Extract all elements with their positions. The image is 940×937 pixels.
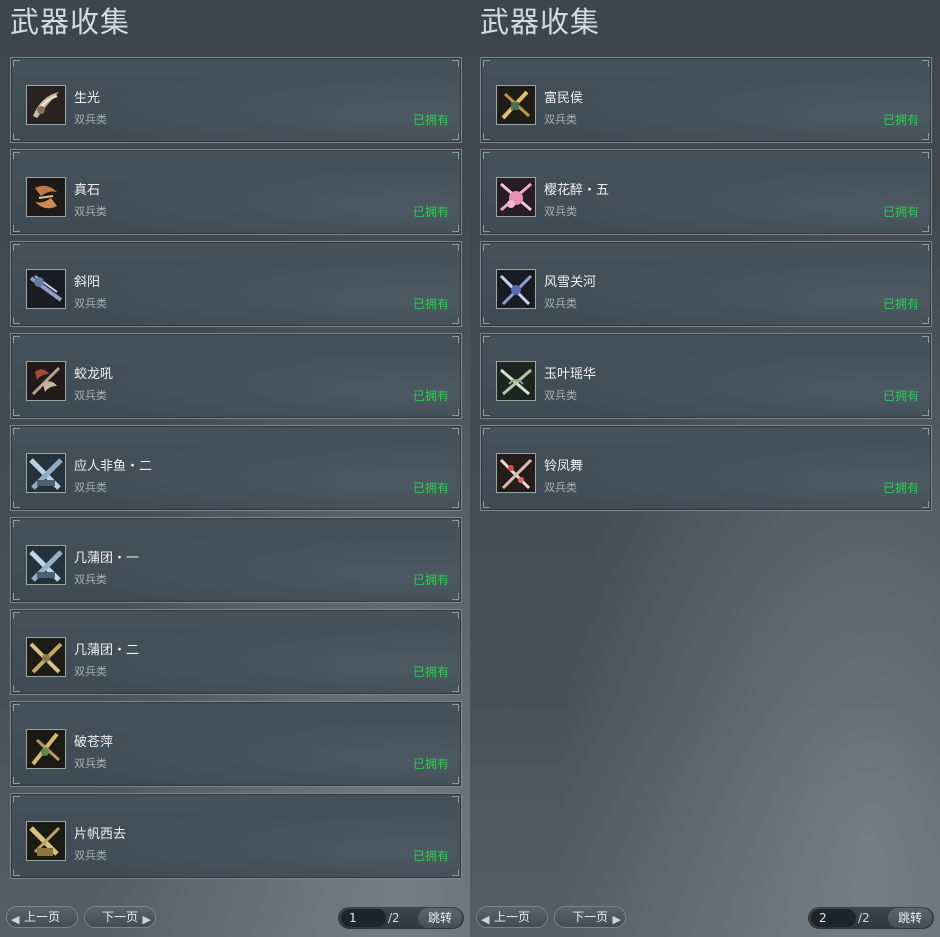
weapon-card[interactable]: 斜阳 双兵类 已拥有 xyxy=(10,241,462,327)
owned-status: 已拥有 xyxy=(412,113,449,127)
weapon-name: 破苍萍 xyxy=(74,735,114,750)
weapon-thumbnail-icon xyxy=(496,269,536,309)
weapon-card[interactable]: 片帆西去 双兵类 已拥有 xyxy=(10,793,462,879)
weapon-name: 风雪关河 xyxy=(544,275,597,290)
page-number-input[interactable] xyxy=(341,909,386,927)
weapon-type: 双兵类 xyxy=(74,757,107,770)
weapon-card[interactable]: 铃凤舞 双兵类 已拥有 xyxy=(480,425,932,511)
page-total: /2 xyxy=(858,911,870,925)
page-total: /2 xyxy=(388,911,400,925)
weapon-type: 双兵类 xyxy=(74,573,107,586)
owned-status: 已拥有 xyxy=(412,573,449,587)
weapon-card[interactable]: 生光 双兵类 已拥有 xyxy=(10,57,462,143)
weapon-type: 双兵类 xyxy=(544,481,577,494)
weapon-name: 生光 xyxy=(74,91,101,106)
page-number-input[interactable] xyxy=(811,909,856,927)
next-page-label: 下一页 xyxy=(101,910,138,924)
weapon-card[interactable]: 风雪关河 双兵类 已拥有 xyxy=(480,241,932,327)
weapon-name: 玉叶瑶华 xyxy=(544,367,597,382)
weapon-card[interactable]: 樱花醉・五 双兵类 已拥有 xyxy=(480,149,932,235)
prev-page-button[interactable]: ◀ 上一页 xyxy=(6,906,78,928)
weapon-name: 真石 xyxy=(74,183,101,198)
weapon-type: 双兵类 xyxy=(74,849,107,862)
weapon-card[interactable]: 玉叶瑶华 双兵类 已拥有 xyxy=(480,333,932,419)
prev-page-label: 上一页 xyxy=(23,910,60,924)
chevron-right-icon: ▶ xyxy=(612,913,621,926)
next-page-button[interactable]: 下一页 ▶ xyxy=(84,906,156,928)
weapon-type: 双兵类 xyxy=(544,205,577,218)
chevron-left-icon: ◀ xyxy=(481,913,490,926)
next-page-button[interactable]: 下一页 ▶ xyxy=(554,906,626,928)
owned-status: 已拥有 xyxy=(412,665,449,679)
weapon-name: 樱花醉・五 xyxy=(544,183,610,198)
weapon-thumbnail-icon xyxy=(496,85,536,125)
weapon-card[interactable]: 富民侯 双兵类 已拥有 xyxy=(480,57,932,143)
weapon-type: 双兵类 xyxy=(544,113,577,126)
weapon-thumbnail-icon xyxy=(26,729,66,769)
weapon-thumbnail-icon xyxy=(496,361,536,401)
weapon-name: 斜阳 xyxy=(74,275,101,290)
jump-button[interactable]: 跳转 xyxy=(418,908,462,928)
panel-title: 武器收集 xyxy=(10,5,131,39)
weapon-card[interactable]: 破苍萍 双兵类 已拥有 xyxy=(10,701,462,787)
panel-title: 武器收集 xyxy=(480,5,601,39)
weapon-type: 双兵类 xyxy=(74,665,107,678)
weapon-thumbnail-icon xyxy=(26,453,66,493)
weapon-thumbnail-icon xyxy=(496,453,536,493)
chevron-left-icon: ◀ xyxy=(11,913,20,926)
weapon-name: 几蒲团・二 xyxy=(74,643,140,658)
weapon-type: 双兵类 xyxy=(74,389,107,402)
owned-status: 已拥有 xyxy=(882,481,919,495)
weapon-card[interactable]: 真石 双兵类 已拥有 xyxy=(10,149,462,235)
weapon-collection-panel-page-1: 武器收集 生光 双兵类 已拥有 真石 双兵类 已拥有 斜阳 双兵类 已拥有 蛟龙… xyxy=(0,0,470,937)
owned-status: 已拥有 xyxy=(412,389,449,403)
owned-status: 已拥有 xyxy=(412,205,449,219)
owned-status: 已拥有 xyxy=(412,849,449,863)
prev-page-label: 上一页 xyxy=(493,910,530,924)
chevron-right-icon: ▶ xyxy=(142,913,151,926)
next-page-label: 下一页 xyxy=(571,910,608,924)
weapon-name: 应人非鱼・二 xyxy=(74,459,153,474)
owned-status: 已拥有 xyxy=(882,297,919,311)
weapon-name: 蛟龙吼 xyxy=(74,367,114,382)
owned-status: 已拥有 xyxy=(882,205,919,219)
jump-button[interactable]: 跳转 xyxy=(888,908,932,928)
owned-status: 已拥有 xyxy=(412,297,449,311)
owned-status: 已拥有 xyxy=(412,481,449,495)
weapon-type: 双兵类 xyxy=(74,113,107,126)
weapon-thumbnail-icon xyxy=(26,637,66,677)
weapon-collection-panel-page-2: 武器收集 富民侯 双兵类 已拥有 樱花醉・五 双兵类 已拥有 风雪关河 双兵类 … xyxy=(470,0,940,937)
weapon-type: 双兵类 xyxy=(544,297,577,310)
weapon-card[interactable]: 蛟龙吼 双兵类 已拥有 xyxy=(10,333,462,419)
weapon-name: 几蒲团・一 xyxy=(74,551,140,566)
weapon-card[interactable]: 几蒲团・一 双兵类 已拥有 xyxy=(10,517,462,603)
page-jump-control: /2 跳转 xyxy=(337,906,465,930)
owned-status: 已拥有 xyxy=(412,757,449,771)
owned-status: 已拥有 xyxy=(882,389,919,403)
weapon-thumbnail-icon xyxy=(26,269,66,309)
weapon-thumbnail-icon xyxy=(26,545,66,585)
weapon-card[interactable]: 应人非鱼・二 双兵类 已拥有 xyxy=(10,425,462,511)
weapon-type: 双兵类 xyxy=(74,481,107,494)
weapon-thumbnail-icon xyxy=(26,177,66,217)
weapon-name: 片帆西去 xyxy=(74,827,127,842)
prev-page-button[interactable]: ◀ 上一页 xyxy=(476,906,548,928)
weapon-type: 双兵类 xyxy=(74,297,107,310)
weapon-card[interactable]: 几蒲团・二 双兵类 已拥有 xyxy=(10,609,462,695)
weapon-thumbnail-icon xyxy=(26,821,66,861)
page-jump-control: /2 跳转 xyxy=(807,906,935,930)
weapon-name: 富民侯 xyxy=(544,91,584,106)
weapon-name: 铃凤舞 xyxy=(544,459,584,474)
owned-status: 已拥有 xyxy=(882,113,919,127)
weapon-type: 双兵类 xyxy=(544,389,577,402)
weapon-thumbnail-icon xyxy=(26,85,66,125)
weapon-type: 双兵类 xyxy=(74,205,107,218)
weapon-thumbnail-icon xyxy=(496,177,536,217)
weapon-thumbnail-icon xyxy=(26,361,66,401)
